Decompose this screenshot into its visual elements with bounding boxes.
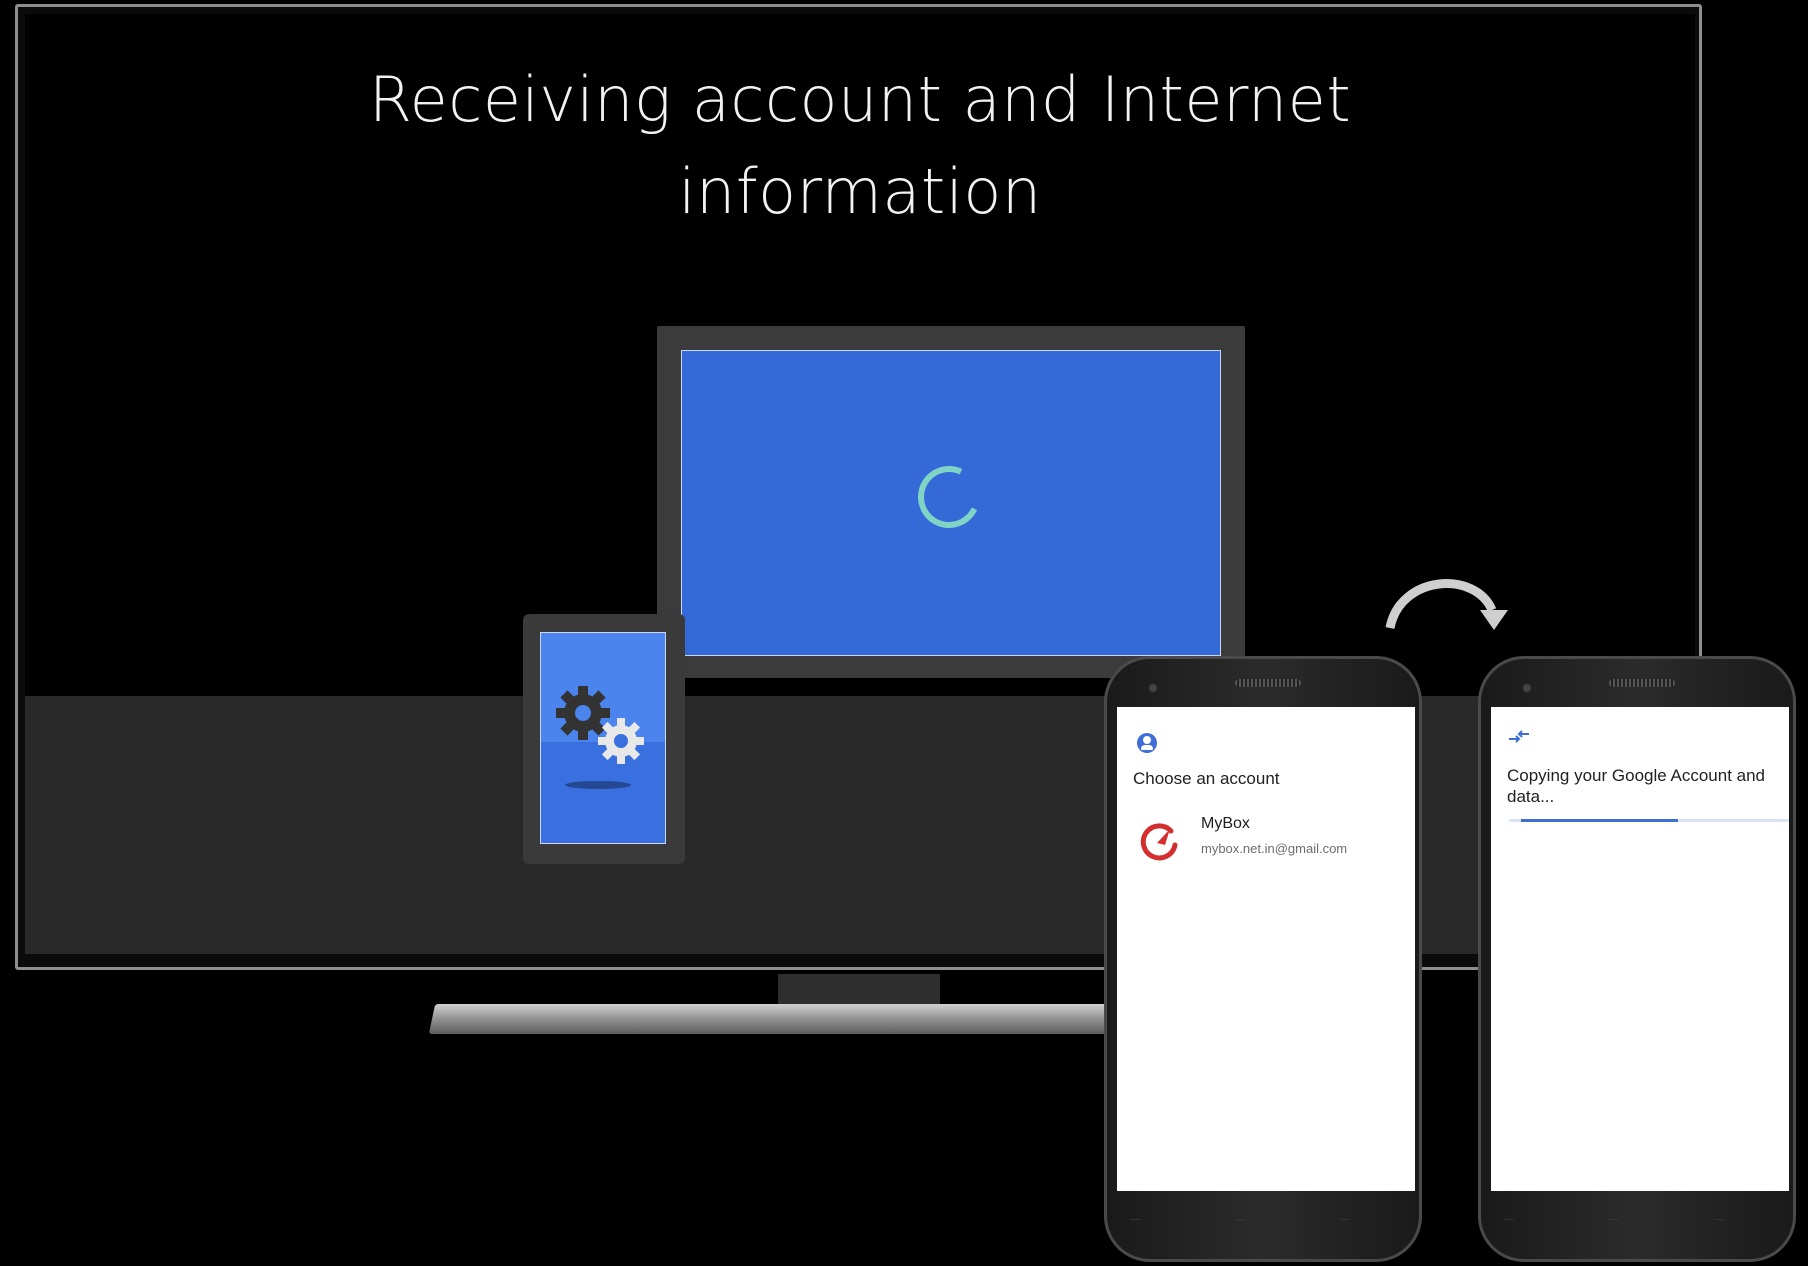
mybox-logo-icon	[1140, 823, 1178, 861]
choose-account-title: Choose an account	[1133, 769, 1280, 788]
tv-stand-neck	[778, 974, 940, 1006]
gears-icon	[556, 686, 644, 764]
copying-title: Copying your Google Account and data...	[1507, 766, 1766, 806]
tv-title: Receiving account and Internet informati…	[25, 54, 1695, 238]
account-email: mybox.net.in@gmail.com	[1201, 841, 1348, 856]
arc-arrow-icon	[1385, 579, 1508, 630]
loading-spinner-icon	[909, 457, 989, 537]
phone-choose-account: Choose an account MyBox mybox.net.in@gma…	[1104, 656, 1422, 1262]
transfer-arrows-icon	[1509, 730, 1529, 743]
account-list-item[interactable]: MyBox mybox.net.in@gmail.com	[1133, 811, 1403, 867]
tablet-screen	[540, 632, 666, 844]
tv-title-line2: information	[678, 155, 1042, 228]
monitor-screen	[681, 350, 1221, 656]
phone-speaker	[1609, 679, 1675, 687]
monitor-illustration	[657, 326, 1245, 678]
phone-nav-bar: — — —	[1504, 1214, 1770, 1225]
phone-nav-bar: — — —	[1130, 1214, 1396, 1225]
account-name: MyBox	[1201, 815, 1250, 832]
phone-screen: Copying your Google Account and data...	[1491, 707, 1789, 1191]
tv-title-line1: Receiving account and Internet	[368, 63, 1352, 136]
phone-camera	[1149, 684, 1157, 692]
copy-progress-bar	[1509, 819, 1789, 822]
phone-speaker	[1235, 679, 1301, 687]
phone-screen: Choose an account MyBox mybox.net.in@gma…	[1117, 707, 1415, 1191]
account-circle-icon	[1137, 733, 1157, 753]
tablet-illustration	[523, 614, 685, 864]
gears-shadow	[565, 781, 631, 789]
phone-copying-data: Copying your Google Account and data... …	[1478, 656, 1796, 1262]
copy-progress-fill	[1521, 819, 1678, 822]
phone-camera	[1523, 684, 1531, 692]
tv-floor	[25, 696, 1695, 954]
